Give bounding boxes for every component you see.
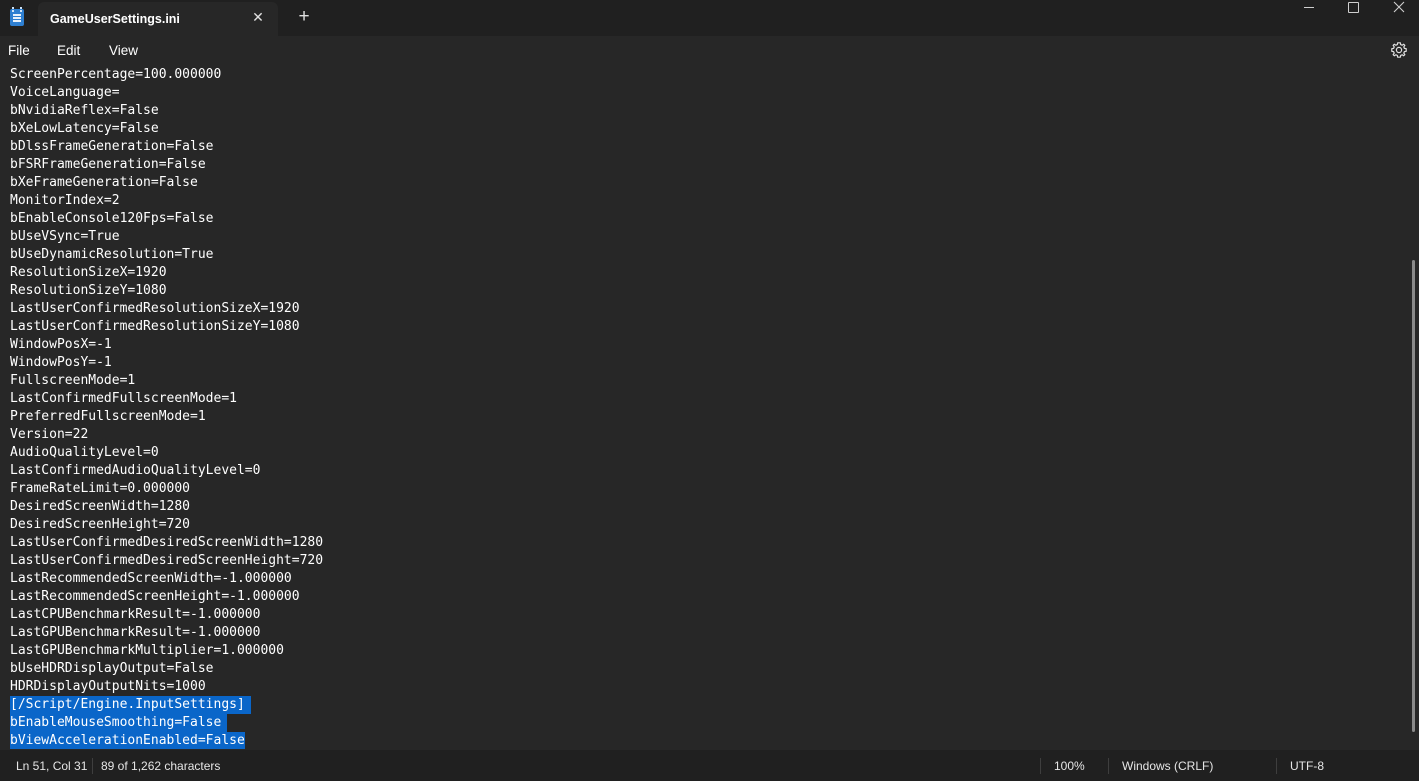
text-line[interactable]: bXeFrameGeneration=False <box>10 174 198 192</box>
text-line[interactable]: VoiceLanguage= <box>10 84 120 102</box>
text-line[interactable]: LastGPUBenchmarkResult=-1.000000 <box>10 624 260 642</box>
text-line[interactable]: DesiredScreenWidth=1280 <box>10 498 190 516</box>
text-line[interactable]: bUseVSync=True <box>10 228 120 246</box>
line-ending[interactable]: Windows (CRLF) <box>1122 759 1213 773</box>
text-line[interactable]: FrameRateLimit=0.000000 <box>10 480 190 498</box>
text-line[interactable]: MonitorIndex=2 <box>10 192 120 210</box>
menu-edit[interactable]: Edit <box>57 43 80 58</box>
text-line[interactable]: bDlssFrameGeneration=False <box>10 138 214 156</box>
tab-gameusersettings[interactable]: GameUserSettings.ini ✕ <box>38 2 278 36</box>
text-line[interactable]: ResolutionSizeY=1080 <box>10 282 167 300</box>
gear-icon[interactable] <box>1389 40 1409 60</box>
menu-file[interactable]: File <box>8 43 30 58</box>
text-line[interactable]: ResolutionSizeX=1920 <box>10 264 167 282</box>
status-separator <box>92 758 93 774</box>
text-line[interactable]: bFSRFrameGeneration=False <box>10 156 206 174</box>
notepad-icon <box>10 7 24 26</box>
text-line[interactable]: bUseHDRDisplayOutput=False <box>10 660 214 678</box>
text-line[interactable]: Version=22 <box>10 426 88 444</box>
text-line[interactable]: bNvidiaReflex=False <box>10 102 159 120</box>
text-line[interactable]: ScreenPercentage=100.000000 <box>10 66 221 84</box>
selected-text-line[interactable]: bEnableMouseSmoothing=False <box>10 714 228 732</box>
selected-text-line[interactable]: bViewAccelerationEnabled=False <box>10 732 245 749</box>
text-editor[interactable]: ScreenPercentage=100.000000 VoiceLanguage… <box>0 66 1411 749</box>
text-line[interactable]: WindowPosX=-1 <box>10 336 112 354</box>
text-line[interactable]: HDRDisplayOutputNits=1000 <box>10 678 206 696</box>
text-line[interactable]: LastUserConfirmedResolutionSizeY=1080 <box>10 318 300 336</box>
text-line[interactable]: WindowPosY=-1 <box>10 354 112 372</box>
status-bar: Ln 51, Col 31 89 of 1,262 characters 100… <box>0 750 1419 781</box>
tab-title: GameUserSettings.ini <box>50 12 180 26</box>
text-line[interactable]: LastUserConfirmedDesiredScreenHeight=720 <box>10 552 323 570</box>
maximize-icon[interactable] <box>1331 0 1377 16</box>
encoding[interactable]: UTF-8 <box>1290 759 1324 773</box>
text-line[interactable]: LastUserConfirmedDesiredScreenWidth=1280 <box>10 534 323 552</box>
selected-text-line[interactable]: [/Script/Engine.InputSettings] <box>10 696 251 714</box>
text-line[interactable]: FullscreenMode=1 <box>10 372 135 390</box>
text-line[interactable]: bUseDynamicResolution=True <box>10 246 214 264</box>
selection-count: 89 of 1,262 characters <box>101 759 221 773</box>
close-icon[interactable] <box>1376 0 1419 16</box>
minimize-icon[interactable] <box>1286 0 1332 16</box>
vertical-scrollbar[interactable] <box>1412 260 1415 732</box>
text-line[interactable]: bXeLowLatency=False <box>10 120 159 138</box>
text-line[interactable]: DesiredScreenHeight=720 <box>10 516 190 534</box>
text-line[interactable]: PreferredFullscreenMode=1 <box>10 408 206 426</box>
status-separator <box>1040 758 1041 774</box>
menu-bar: File Edit View <box>0 36 1419 66</box>
status-separator <box>1276 758 1277 774</box>
tab-close-icon[interactable]: ✕ <box>248 8 268 28</box>
cursor-position: Ln 51, Col 31 <box>16 759 88 773</box>
text-line[interactable]: LastCPUBenchmarkResult=-1.000000 <box>10 606 260 624</box>
zoom-level[interactable]: 100% <box>1054 759 1085 773</box>
text-line[interactable]: LastConfirmedFullscreenMode=1 <box>10 390 237 408</box>
text-line[interactable]: LastGPUBenchmarkMultiplier=1.000000 <box>10 642 284 660</box>
text-line[interactable]: LastRecommendedScreenWidth=-1.000000 <box>10 570 292 588</box>
menu-view[interactable]: View <box>109 43 138 58</box>
text-line[interactable]: bEnableConsole120Fps=False <box>10 210 214 228</box>
text-line[interactable]: AudioQualityLevel=0 <box>10 444 159 462</box>
text-line[interactable]: LastConfirmedAudioQualityLevel=0 <box>10 462 260 480</box>
text-line[interactable]: LastUserConfirmedResolutionSizeX=1920 <box>10 300 300 318</box>
title-bar: GameUserSettings.ini ✕ + <box>0 0 1419 36</box>
new-tab-button[interactable]: + <box>294 6 314 28</box>
status-separator <box>1108 758 1109 774</box>
text-line[interactable]: LastRecommendedScreenHeight=-1.000000 <box>10 588 300 606</box>
